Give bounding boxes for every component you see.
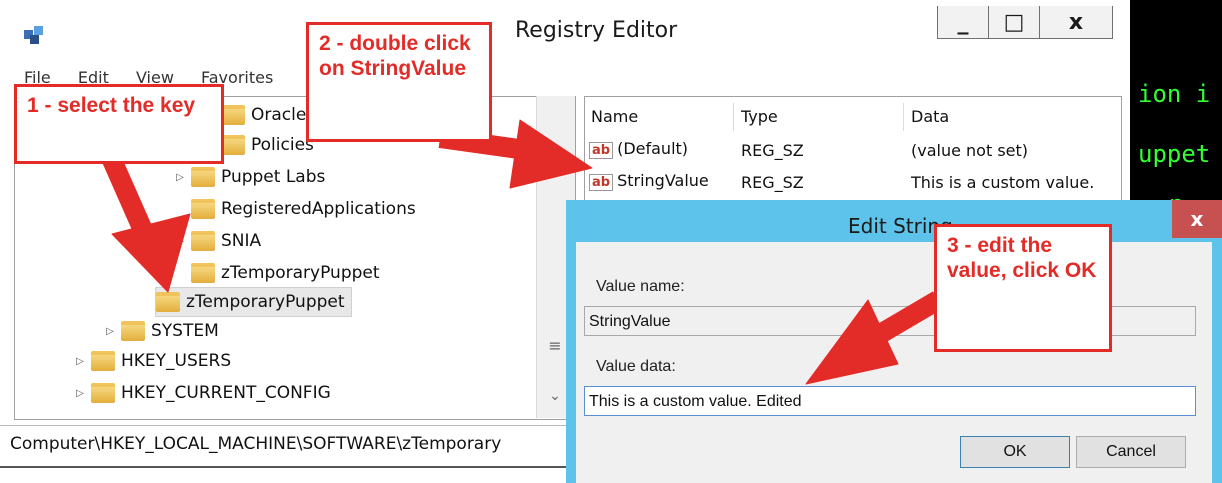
arrow-1-icon <box>102 155 191 293</box>
callout-edit-value: 3 - edit the value, click OK <box>934 224 1112 352</box>
callout-double-click: 2 - double click on StringValue <box>306 22 492 142</box>
arrow-3-icon <box>805 291 944 385</box>
callout-select-key: 1 - select the key <box>14 84 224 164</box>
